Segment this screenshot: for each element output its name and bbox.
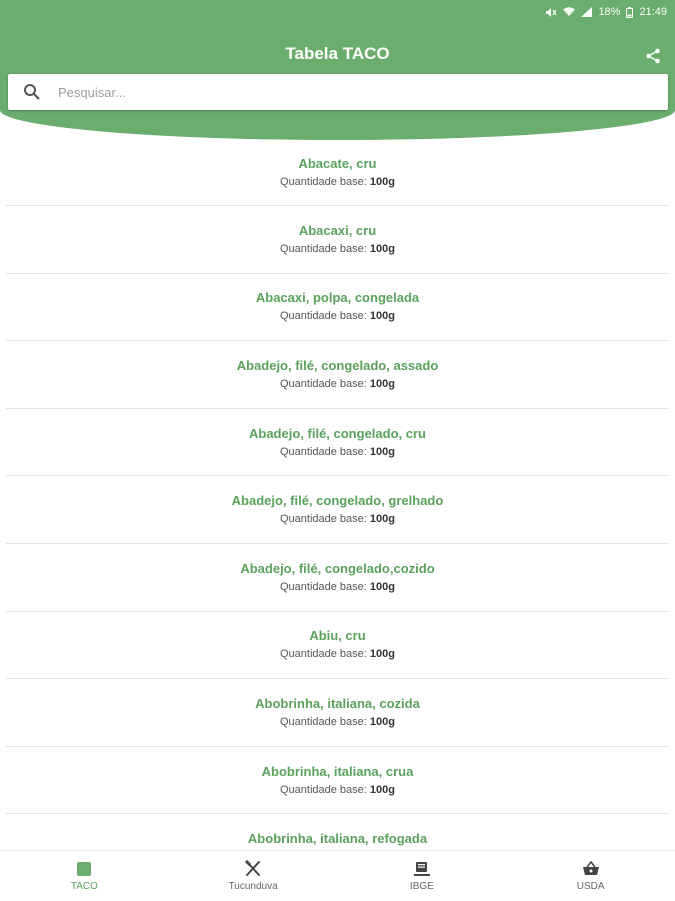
- food-name: Abacate, cru: [298, 156, 377, 171]
- page-title: Tabela TACO: [285, 44, 390, 63]
- base-quantity-value: 100g: [369, 513, 395, 526]
- battery-percent: 18%: [598, 6, 621, 18]
- mute-icon: [545, 7, 557, 18]
- app-header: 18% 21:49 Tabela TACO: [0, 0, 675, 140]
- base-quantity-value: 100g: [369, 783, 395, 796]
- food-name: Abiu, cru: [309, 628, 366, 644]
- food-list-item[interactable]: Abadejo, filé, congelado, assado Quantida…: [6, 341, 669, 409]
- food-name: Abacaxi, cru: [298, 222, 377, 238]
- food-base-quantity: Quantidade base: 100g: [280, 309, 395, 324]
- food-name: Abadejo, filé, congelado, assado: [236, 357, 439, 373]
- nav-tucunduva-label: Tucunduva: [228, 881, 278, 892]
- food-base-quantity: Quantidade base: 100g: [280, 242, 395, 257]
- nav-taco[interactable]: TACO: [0, 851, 169, 901]
- base-quantity-value: 100g: [369, 715, 395, 728]
- food-base-quantity: Quantidade base: 100g: [280, 783, 395, 798]
- food-list: Abacate, cru Quantidade base: 100g Abacaxi…: [0, 140, 675, 850]
- wifi-icon: [563, 7, 576, 17]
- taco-square-icon: [75, 860, 93, 878]
- nav-usda[interactable]: USDA: [506, 851, 675, 901]
- food-base-quantity: Quantidade base: 100g: [280, 512, 395, 527]
- nav-taco-label: TACO: [70, 881, 98, 892]
- search-input[interactable]: [56, 76, 668, 108]
- base-quantity-label: Quantidade base:: [280, 176, 367, 188]
- food-base-quantity: Quantidade base: 100g: [280, 647, 395, 662]
- nav-tucunduva[interactable]: Tucunduva: [169, 851, 338, 901]
- base-quantity-value: 100g: [369, 445, 395, 458]
- search-bar: [8, 74, 668, 110]
- basket-icon: [582, 860, 600, 878]
- base-quantity-label: Quantidade base:: [280, 242, 367, 255]
- food-list-item[interactable]: Abobrinha, italiana, cozida Quantidade ba…: [6, 679, 669, 747]
- status-bar: 18% 21:49: [545, 4, 667, 20]
- coffee-cup-icon: [413, 860, 431, 878]
- nav-ibge-label: IBGE: [409, 881, 434, 892]
- base-quantity-label: Quantidade base:: [280, 310, 367, 323]
- food-list-item[interactable]: Abobrinha, italiana, crua Quantidade base…: [6, 747, 669, 815]
- food-list-item[interactable]: Abacaxi, polpa, congelada Quantidade base…: [6, 274, 669, 342]
- base-quantity-label: Quantidade base:: [280, 783, 367, 796]
- base-quantity-value: 100g: [369, 648, 395, 661]
- battery-icon: [626, 6, 634, 18]
- food-base-quantity: Quantidade base: 100g: [280, 715, 395, 730]
- food-name: Abadejo, filé, congelado, cru: [249, 425, 426, 441]
- food-base-quantity: Quantidade base: 100g: [280, 580, 395, 595]
- base-quantity-label: Quantidade base:: [280, 648, 367, 661]
- food-base-quantity: Quantidade base: 100g: [280, 175, 395, 190]
- bottom-nav: TACO Tucunduva IBGE USDA: [0, 850, 675, 901]
- food-name: Abadejo, filé, congelado, grelhado: [231, 493, 444, 509]
- food-list-item[interactable]: Abadejo, filé, congelado,cozido Quantidad…: [6, 544, 669, 612]
- share-button[interactable]: [643, 46, 663, 66]
- base-quantity-label: Quantidade base:: [280, 580, 367, 593]
- base-quantity-value: 100g: [369, 242, 395, 255]
- base-quantity-label: Quantidade base:: [280, 715, 367, 728]
- base-quantity-label: Quantidade base:: [280, 377, 367, 390]
- food-list-item[interactable]: Abacaxi, cru Quantidade base: 100g: [6, 206, 669, 274]
- base-quantity-value: 100g: [369, 377, 395, 390]
- food-name: Abobrinha, italiana, refogada: [247, 831, 428, 847]
- food-list-item[interactable]: Abobrinha, italiana, refogadaQuantidade …: [6, 814, 669, 850]
- fork-knife-icon: [244, 860, 262, 878]
- food-name: Abacaxi, polpa, congelada: [255, 290, 420, 306]
- food-base-quantity: Quantidade base: 100g: [280, 445, 395, 460]
- nav-usda-label: USDA: [576, 881, 605, 892]
- food-list-item[interactable]: Abiu, cru Quantidade base: 100g: [6, 612, 669, 680]
- food-name: Abobrinha, italiana, crua: [261, 763, 414, 779]
- food-name: Abobrinha, italiana, cozida: [255, 695, 420, 711]
- clock: 21:49: [639, 6, 667, 18]
- share-icon: [645, 48, 661, 64]
- base-quantity-value: 100g: [369, 176, 395, 188]
- base-quantity-label: Quantidade base:: [280, 445, 367, 458]
- signal-icon: [581, 7, 593, 17]
- base-quantity-value: 100g: [369, 310, 395, 323]
- nav-ibge[interactable]: IBGE: [338, 851, 507, 901]
- search-icon: [23, 83, 41, 101]
- base-quantity-value: 100g: [369, 580, 395, 593]
- food-list-item[interactable]: Abadejo, filé, congelado, grelhado Quanti…: [6, 476, 669, 544]
- food-list-item[interactable]: Abacate, cru Quantidade base: 100g: [6, 140, 669, 206]
- food-list-item[interactable]: Abadejo, filé, congelado, cru Quantidade …: [6, 409, 669, 477]
- food-name: Abadejo, filé, congelado,cozido: [240, 560, 435, 576]
- base-quantity-label: Quantidade base:: [280, 513, 367, 526]
- food-base-quantity: Quantidade base: 100g: [280, 377, 395, 392]
